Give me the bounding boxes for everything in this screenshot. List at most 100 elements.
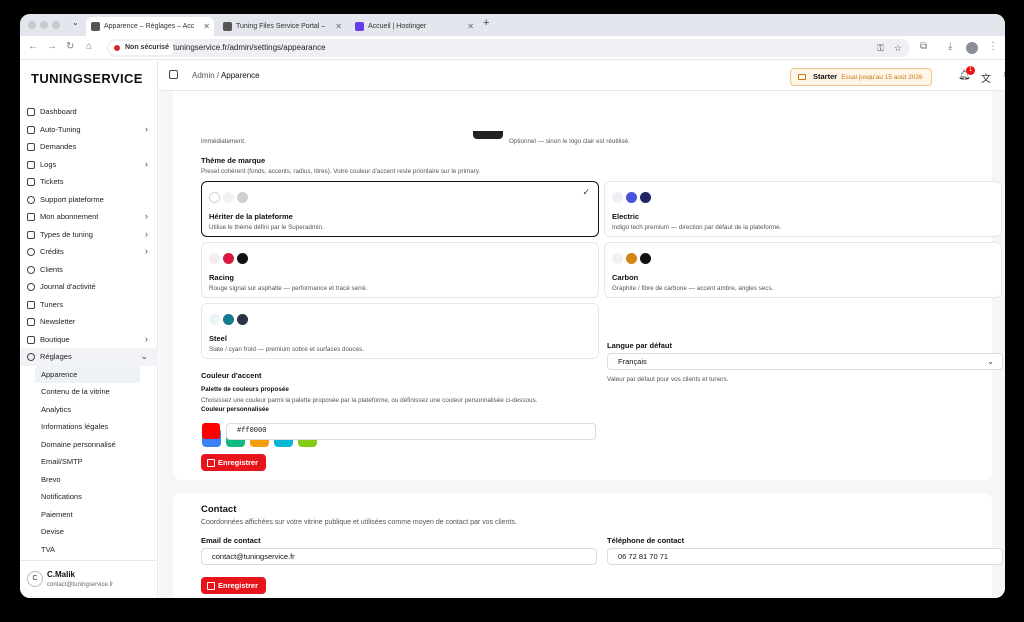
sidebar-item-tickets[interactable]: Tickets xyxy=(20,173,158,191)
sidebar-subitem-vitrine[interactable]: Contenu de la vitrine xyxy=(20,383,158,401)
tab-tuning-files[interactable]: Tuning Files Service Portal – ✕ xyxy=(218,17,346,36)
sidebar-item-tuners[interactable]: Tuners xyxy=(20,296,158,314)
tab-search-icon[interactable]: ⌄ xyxy=(72,18,79,27)
theme-swatch xyxy=(640,253,651,264)
sidebar-subitem-legales[interactable]: Informations légales xyxy=(20,418,158,436)
maximize-window-dot[interactable] xyxy=(52,21,60,29)
security-badge[interactable]: Non sécurisé xyxy=(109,41,175,55)
plan-badge[interactable]: Starter Essai jusqu'au 15 août 2026 xyxy=(790,68,932,86)
sidebar-item-credits[interactable]: Crédits › xyxy=(20,243,158,261)
sidebar-item-demandes[interactable]: Demandes xyxy=(20,138,158,156)
url-text: tuningservice.fr/admin/settings/appearan… xyxy=(173,43,326,52)
back-icon[interactable]: ← xyxy=(28,41,38,52)
app-logo[interactable]: TUNINGSERVICE xyxy=(31,71,143,86)
user-profile[interactable]: C C.Malik contact@tuningservice.fr xyxy=(20,560,158,598)
sidebar-subitem-domaine[interactable]: Domaine personnalisé xyxy=(20,436,158,454)
theme-title: Thème de marque xyxy=(201,156,266,165)
tab-title: Tuning Files Service Portal – xyxy=(236,23,326,30)
theme-card-electric[interactable]: Electric Indigo tech premium — direction… xyxy=(604,181,1002,237)
close-tab-icon[interactable]: ✕ xyxy=(203,17,210,36)
sidebar-item-label: Newsletter xyxy=(40,317,76,326)
sidebar-item-label: Dashboard xyxy=(40,107,77,116)
url-field[interactable]: Non sécurisé tuningservice.fr/admin/sett… xyxy=(107,39,910,57)
dashboard-icon xyxy=(27,108,35,116)
sidebar-subitem-brevo[interactable]: Brevo xyxy=(20,471,158,489)
close-tab-icon[interactable]: ✕ xyxy=(467,17,474,36)
save-appearance-button[interactable]: Enregistrer xyxy=(201,454,267,471)
address-bar: ← → ↻ ⌂ Non sécurisé tuningservice.fr/ad… xyxy=(20,36,1005,60)
palette-hint: Choisissez une couleur parmi la palette … xyxy=(201,397,538,404)
tab-hostinger[interactable]: Accueil | Hostinger ✕ xyxy=(350,17,478,36)
sidebar-toggle-icon[interactable] xyxy=(169,70,178,79)
sidebar-item-types-tuning[interactable]: Types de tuning › xyxy=(20,226,158,244)
sidebar-subitem-paiement[interactable]: Paiement xyxy=(20,506,158,524)
profile-avatar-icon[interactable] xyxy=(966,42,978,54)
sidebar-item-label: Crédits xyxy=(40,247,64,256)
favicon-icon xyxy=(223,22,232,31)
reload-icon[interactable]: ↻ xyxy=(66,41,74,52)
moon-icon[interactable]: ☾ xyxy=(1003,70,1005,81)
translate-icon[interactable]: 文 xyxy=(981,70,991,85)
sidebar-subitem-smtp[interactable]: Email/SMTP xyxy=(20,453,158,471)
phone-label: Téléphone de contact xyxy=(607,536,685,545)
email-field[interactable]: contact@tuningservice.fr xyxy=(201,548,597,565)
users-icon xyxy=(27,265,35,274)
sidebar-item-auto-tuning[interactable]: Auto-Tuning › xyxy=(20,121,158,139)
sidebar-item-label: Clients xyxy=(40,264,63,274)
sidebar-item-abonnement[interactable]: Mon abonnement › xyxy=(20,208,158,226)
sidebar-item-journal[interactable]: Journal d'activité xyxy=(20,278,158,296)
browser-menu-icon[interactable]: ⋮ xyxy=(988,41,998,52)
sidebar-item-newsletter[interactable]: Newsletter xyxy=(20,313,158,331)
sidebar-item-dashboard[interactable]: Dashboard xyxy=(20,103,158,121)
sidebar-item-clients[interactable]: Clients xyxy=(20,261,158,279)
sidebar-item-support[interactable]: Support plateforme xyxy=(20,191,158,209)
tab-apparence[interactable]: Apparence – Réglages – Acc ✕ xyxy=(86,17,214,36)
coin-icon xyxy=(27,248,35,256)
close-window-dot[interactable] xyxy=(28,21,36,29)
extensions-icon[interactable]: ⧉ xyxy=(920,41,927,52)
sidebar-item-boutique[interactable]: Boutique › xyxy=(20,331,158,349)
close-tab-icon[interactable]: ✕ xyxy=(335,17,342,36)
forward-icon[interactable]: → xyxy=(47,41,57,52)
custom-color-input[interactable]: #ff0000 xyxy=(226,423,596,440)
sidebar-subitem-notifications[interactable]: Notifications xyxy=(20,488,158,506)
bookmark-star-icon[interactable]: ☆ xyxy=(894,39,902,57)
phone-field[interactable]: 06 72 81 70 71 xyxy=(607,548,1003,565)
support-icon xyxy=(27,195,35,204)
theme-card-heriter[interactable]: ✓ Hériter de la plateforme Utilise le th… xyxy=(201,181,599,237)
new-tab-icon[interactable]: + xyxy=(483,17,489,29)
sidebar-item-label: Boutique xyxy=(40,334,70,344)
minimize-window-dot[interactable] xyxy=(40,21,48,29)
sidebar-item-reglages[interactable]: Réglages ⌄ xyxy=(20,348,158,366)
demandes-icon xyxy=(27,143,35,151)
shop-icon xyxy=(27,335,35,344)
logs-icon xyxy=(27,160,35,169)
key-icon[interactable]: ⚿ xyxy=(877,39,884,57)
save-contact-button[interactable]: Enregistrer xyxy=(201,577,267,594)
theme-card-racing[interactable]: Racing Rouge signal sur asphalte — perfo… xyxy=(201,242,599,298)
breadcrumb-admin[interactable]: Admin xyxy=(192,71,215,80)
theme-desc: Rouge signal sur asphalte — performance … xyxy=(209,285,368,292)
home-icon[interactable]: ⌂ xyxy=(86,41,92,52)
sidebar-subitem-analytics[interactable]: Analytics xyxy=(20,401,158,419)
sidebar-subitem-devise[interactable]: Devise xyxy=(20,523,158,541)
download-icon[interactable]: ⤓ xyxy=(948,41,952,52)
custom-color-picker[interactable] xyxy=(202,423,220,439)
history-icon xyxy=(27,283,35,291)
sidebar-subitem-tva[interactable]: TVA xyxy=(20,541,158,559)
sidebar-item-logs[interactable]: Logs › xyxy=(20,156,158,174)
trial-text: Essai jusqu'au 15 août 2026 xyxy=(841,74,923,81)
theme-name: Racing xyxy=(209,273,235,282)
theme-card-carbon[interactable]: Carbon Graphite / fibre de carbone — acc… xyxy=(604,242,1002,298)
language-select[interactable]: Français ⌄ xyxy=(607,353,1003,370)
appearance-card: immédiatement. Optionnel — sinon le logo… xyxy=(173,91,1002,480)
sidebar-item-label: Demandes xyxy=(40,142,77,151)
theme-desc: Graphite / fibre de carbone — accent amb… xyxy=(612,285,774,292)
tab-bar: ⌄ Apparence – Réglages – Acc ✕ Tuning Fi… xyxy=(20,14,1005,36)
sidebar-item-label: Logs xyxy=(40,159,57,169)
sidebar-subitem-apparence[interactable]: Apparence xyxy=(35,365,140,383)
theme-card-steel[interactable]: Steel Slate / cyan froid — premium sobre… xyxy=(201,303,599,359)
accent-title: Couleur d'accent xyxy=(201,371,262,380)
plan-name: Starter xyxy=(813,72,838,81)
theme-swatch xyxy=(209,253,220,264)
